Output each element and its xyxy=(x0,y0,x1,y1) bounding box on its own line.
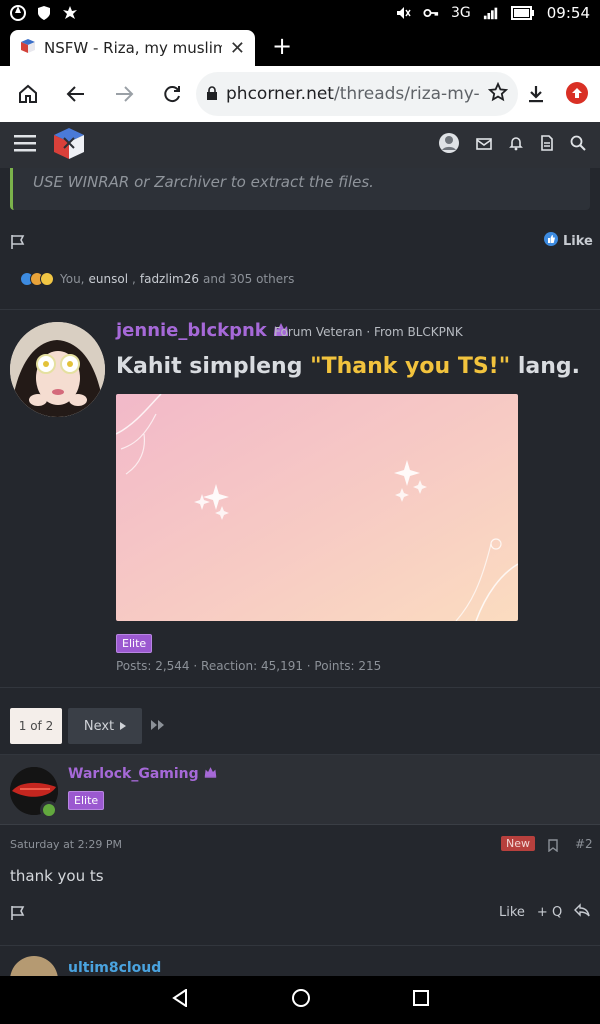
username-text: jennie_blckpnk xyxy=(116,320,267,341)
forum-header xyxy=(0,122,600,168)
username-text: Warlock_Gaming xyxy=(68,766,199,782)
reaction-others[interactable]: and 305 others xyxy=(203,272,294,286)
wow-reaction-icon xyxy=(40,272,54,286)
tab-strip: NSFW - Riza, my muslim g ✕ + xyxy=(0,26,600,66)
reaction-sep: , xyxy=(132,272,136,286)
message-part: Kahit simpleng xyxy=(116,354,311,379)
online-status-icon xyxy=(40,801,58,819)
user-title: Forum Veteran · From BLCKPNK xyxy=(274,325,463,339)
like-button[interactable]: Like xyxy=(499,905,525,920)
quote-block: USE WINRAR or Zarchiver to extract the f… xyxy=(10,168,590,210)
user-stats: Posts: 2,544 · Reaction: 45,191 · Points… xyxy=(116,659,382,673)
bookmark-icon[interactable] xyxy=(548,837,558,856)
reload-button[interactable] xyxy=(148,70,196,118)
update-icon[interactable] xyxy=(566,82,588,104)
forward-button[interactable] xyxy=(100,70,148,118)
close-icon[interactable]: ✕ xyxy=(230,38,245,59)
reaction-summary[interactable]: You, eunsol, fadzlim26 and 305 others xyxy=(20,272,294,286)
post: jennie_blckpnk Forum Veteran · From BLCK… xyxy=(0,309,600,687)
aperture-icon xyxy=(10,5,26,21)
reaction-user[interactable]: eunsol xyxy=(89,272,129,286)
url-text: phcorner.net/threads/riza-my-r xyxy=(226,84,480,104)
recents-nav-icon[interactable] xyxy=(413,990,429,1010)
signal-icon xyxy=(483,5,499,21)
home-button[interactable] xyxy=(4,70,52,118)
key-icon xyxy=(423,5,439,21)
reaction-icons xyxy=(20,272,54,286)
quote-text: USE WINRAR or Zarchiver to extract the f… xyxy=(33,173,374,191)
thumbs-up-icon xyxy=(544,232,558,250)
reaction-user[interactable]: fadzlim26 xyxy=(140,272,199,286)
system-nav-bar xyxy=(0,976,600,1024)
next-page-button[interactable]: Next xyxy=(68,708,142,744)
document-icon[interactable] xyxy=(540,135,554,155)
menu-icon[interactable] xyxy=(14,134,36,156)
mute-icon xyxy=(395,5,411,21)
bell-icon[interactable] xyxy=(508,135,524,155)
download-button[interactable] xyxy=(512,70,560,118)
next-label: Next xyxy=(83,718,115,734)
battery-icon xyxy=(510,5,535,21)
network-type: 3G xyxy=(451,5,471,21)
new-badge: New xyxy=(501,836,535,851)
verified-icon xyxy=(204,766,217,782)
tab-title: NSFW - Riza, my muslim g xyxy=(44,39,222,57)
browser-tab[interactable]: NSFW - Riza, my muslim g ✕ xyxy=(10,30,255,66)
page-indicator[interactable]: 1 of 2 xyxy=(10,708,62,744)
screen: 3G 09:54 NSFW - Riza, my muslim g ✕ + xyxy=(0,0,600,1024)
username[interactable]: jennie_blckpnk xyxy=(116,320,289,341)
post-date[interactable]: Saturday at 2:29 PM xyxy=(10,838,122,851)
message-highlight: "Thank you TS!" xyxy=(310,354,511,379)
report-flag-icon[interactable] xyxy=(10,234,26,250)
favicon-icon xyxy=(20,38,36,58)
user-avatar-icon[interactable] xyxy=(438,132,460,158)
star-icon[interactable] xyxy=(487,81,509,106)
report-flag-icon[interactable] xyxy=(10,905,26,921)
post-header: ultim8cloud xyxy=(0,945,600,976)
search-icon[interactable] xyxy=(570,135,586,155)
avatar[interactable] xyxy=(10,322,105,417)
reaction-you: You, xyxy=(60,272,85,286)
post-number[interactable]: #2 xyxy=(575,837,593,851)
browser-toolbar: phcorner.net/threads/riza-my-r xyxy=(0,66,600,122)
pagination: 1 of 2 Next xyxy=(0,687,600,755)
username[interactable]: Warlock_Gaming xyxy=(68,766,217,782)
post-body: thank you ts xyxy=(10,867,104,885)
signature-image xyxy=(116,394,518,621)
back-button[interactable] xyxy=(52,70,100,118)
clock: 09:54 xyxy=(546,4,590,22)
like-button[interactable]: Like xyxy=(544,232,593,250)
post-actions: Like + Q xyxy=(499,903,590,921)
new-tab-button[interactable]: + xyxy=(270,34,294,58)
quote-button[interactable]: + Q xyxy=(537,905,562,920)
status-bar: 3G 09:54 xyxy=(0,0,600,26)
avatar[interactable] xyxy=(10,956,58,976)
reply-icon[interactable] xyxy=(574,903,590,921)
shield-icon xyxy=(36,5,52,21)
username[interactable]: ultim8cloud xyxy=(68,960,161,976)
message-part: lang. xyxy=(510,354,581,379)
home-nav-icon[interactable] xyxy=(291,988,311,1012)
thread-content: USE WINRAR or Zarchiver to extract the f… xyxy=(0,168,600,976)
last-page-icon[interactable] xyxy=(150,716,168,734)
address-bar[interactable]: phcorner.net/threads/riza-my-r xyxy=(196,72,518,116)
post-header: Warlock_Gaming Elite xyxy=(0,755,600,825)
lock-icon xyxy=(206,85,218,104)
chevron-right-icon xyxy=(120,719,127,734)
rank-badge: Elite xyxy=(116,634,153,653)
leaf-icon xyxy=(62,5,78,21)
site-logo[interactable] xyxy=(52,126,86,164)
back-nav-icon[interactable] xyxy=(171,988,189,1011)
rank-badge: Elite xyxy=(68,791,105,810)
mail-icon[interactable] xyxy=(476,136,492,155)
post: Saturday at 2:29 PM New #2 thank you ts … xyxy=(0,825,600,955)
post-message: Kahit simpleng "Thank you TS!" lang. xyxy=(116,354,580,379)
like-label: Like xyxy=(563,233,593,249)
